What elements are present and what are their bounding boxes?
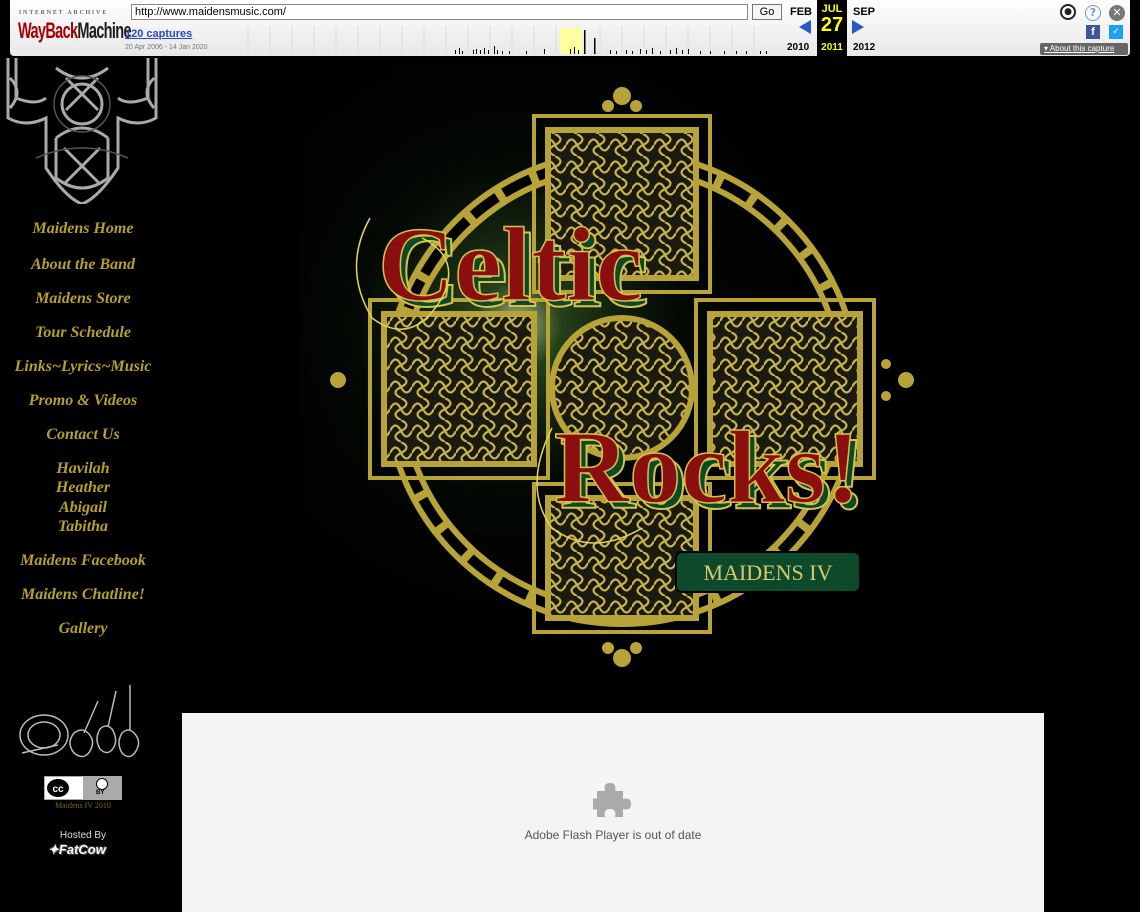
fatcow-logo[interactable]: ✦FatCow: [48, 842, 120, 858]
nav-abigail[interactable]: Abigail: [0, 499, 166, 517]
nav-about-the-band[interactable]: About the Band: [0, 256, 166, 274]
captures-link[interactable]: 120 captures: [125, 28, 192, 40]
puzzle-piece-icon: [593, 783, 631, 817]
album-label: MAIDENS IV: [704, 560, 833, 585]
cc-by-label: BY: [96, 790, 105, 796]
nav-gallery[interactable]: Gallery: [0, 620, 166, 638]
nav-links-lyrics-music[interactable]: Links~Lyrics~Music: [0, 358, 166, 376]
copyright-caption: Maidens IV 2010: [55, 801, 111, 810]
nav-tour-schedule[interactable]: Tour Schedule: [0, 324, 166, 342]
nav-heather[interactable]: Heather: [0, 479, 166, 497]
help-icon[interactable]: ?: [1085, 5, 1101, 21]
nav-maidens-store[interactable]: Maidens Store: [0, 290, 166, 308]
nav-havilah[interactable]: Havilah: [0, 460, 166, 478]
flash-plugin-placeholder[interactable]: Adobe Flash Player is out of date: [182, 713, 1044, 912]
go-button[interactable]: Go: [752, 4, 782, 20]
nav-maidens-home[interactable]: Maidens Home: [0, 220, 166, 238]
next-year-label[interactable]: 2012: [853, 42, 875, 53]
user-icon[interactable]: ●: [1060, 4, 1076, 20]
facebook-icon[interactable]: f: [1086, 25, 1100, 39]
sparkline-bars: [455, 30, 767, 54]
internet-archive-label: INTERNET ARCHIVE: [19, 10, 109, 16]
prev-capture-arrow-icon[interactable]: [799, 20, 811, 34]
flash-outdated-message: Adobe Flash Player is out of date: [524, 828, 702, 842]
prev-year-label[interactable]: 2010: [787, 42, 809, 53]
prev-month-label[interactable]: FEB: [790, 6, 812, 18]
about-capture-button[interactable]: ▾ About this capture: [1040, 43, 1128, 55]
capture-sparkline[interactable]: [226, 26, 782, 54]
celtic-knot-ornament: [6, 58, 158, 204]
sidebar: Maidens Home About the Band Maidens Stor…: [0, 58, 166, 912]
cow-icon: ✦: [48, 842, 59, 857]
nav-tabitha[interactable]: Tabitha: [0, 518, 166, 536]
nav-contact-us[interactable]: Contact Us: [0, 426, 166, 444]
cc-by-panel: BY: [83, 777, 121, 799]
nav-maidens-facebook[interactable]: Maidens Facebook: [0, 552, 166, 570]
attribution-icon: [96, 778, 108, 790]
nav-maidens-chatline[interactable]: Maidens Chatline!: [0, 586, 166, 604]
twitter-icon[interactable]: ✓: [1109, 25, 1123, 39]
hosted-by-label: Hosted By: [59, 830, 107, 841]
sparkline-grid: [247, 26, 755, 54]
next-month-label[interactable]: SEP: [853, 6, 875, 18]
wayback-logo[interactable]: WayBackMachine: [18, 18, 132, 44]
about-capture-label: About this capture: [1049, 44, 1115, 53]
instruments-illustration: [19, 685, 140, 758]
creative-commons-badge[interactable]: cc BY: [44, 776, 122, 800]
machine-logo-text: Machine: [77, 18, 131, 43]
capture-range: 20 Apr 2006 - 14 Jan 2020: [125, 44, 208, 51]
next-capture-arrow-icon[interactable]: [852, 20, 864, 34]
current-day-label: 27: [820, 14, 844, 36]
title-line-2: Rocks!: [554, 410, 860, 525]
celtic-rocks-hero-image: Celtic Celtic Rocks! Rocks! MAIDENS IV: [302, 68, 918, 680]
close-icon[interactable]: ✕: [1109, 5, 1125, 21]
nav-promo-videos[interactable]: Promo & Videos: [0, 392, 166, 410]
fatcow-logo-text: FatCow: [58, 842, 106, 857]
wayback-toolbar: INTERNET ARCHIVE WayBackMachine Go 120 c…: [0, 0, 1140, 58]
cc-icon: cc: [45, 777, 71, 799]
wayback-logo-text: WayBack: [18, 18, 78, 43]
wayback-toolbar-panel: INTERNET ARCHIVE WayBackMachine Go 120 c…: [10, 0, 1130, 56]
current-year-label: 2011: [821, 42, 843, 53]
url-input[interactable]: [131, 4, 748, 20]
title-line-1: Celtic: [378, 206, 643, 323]
